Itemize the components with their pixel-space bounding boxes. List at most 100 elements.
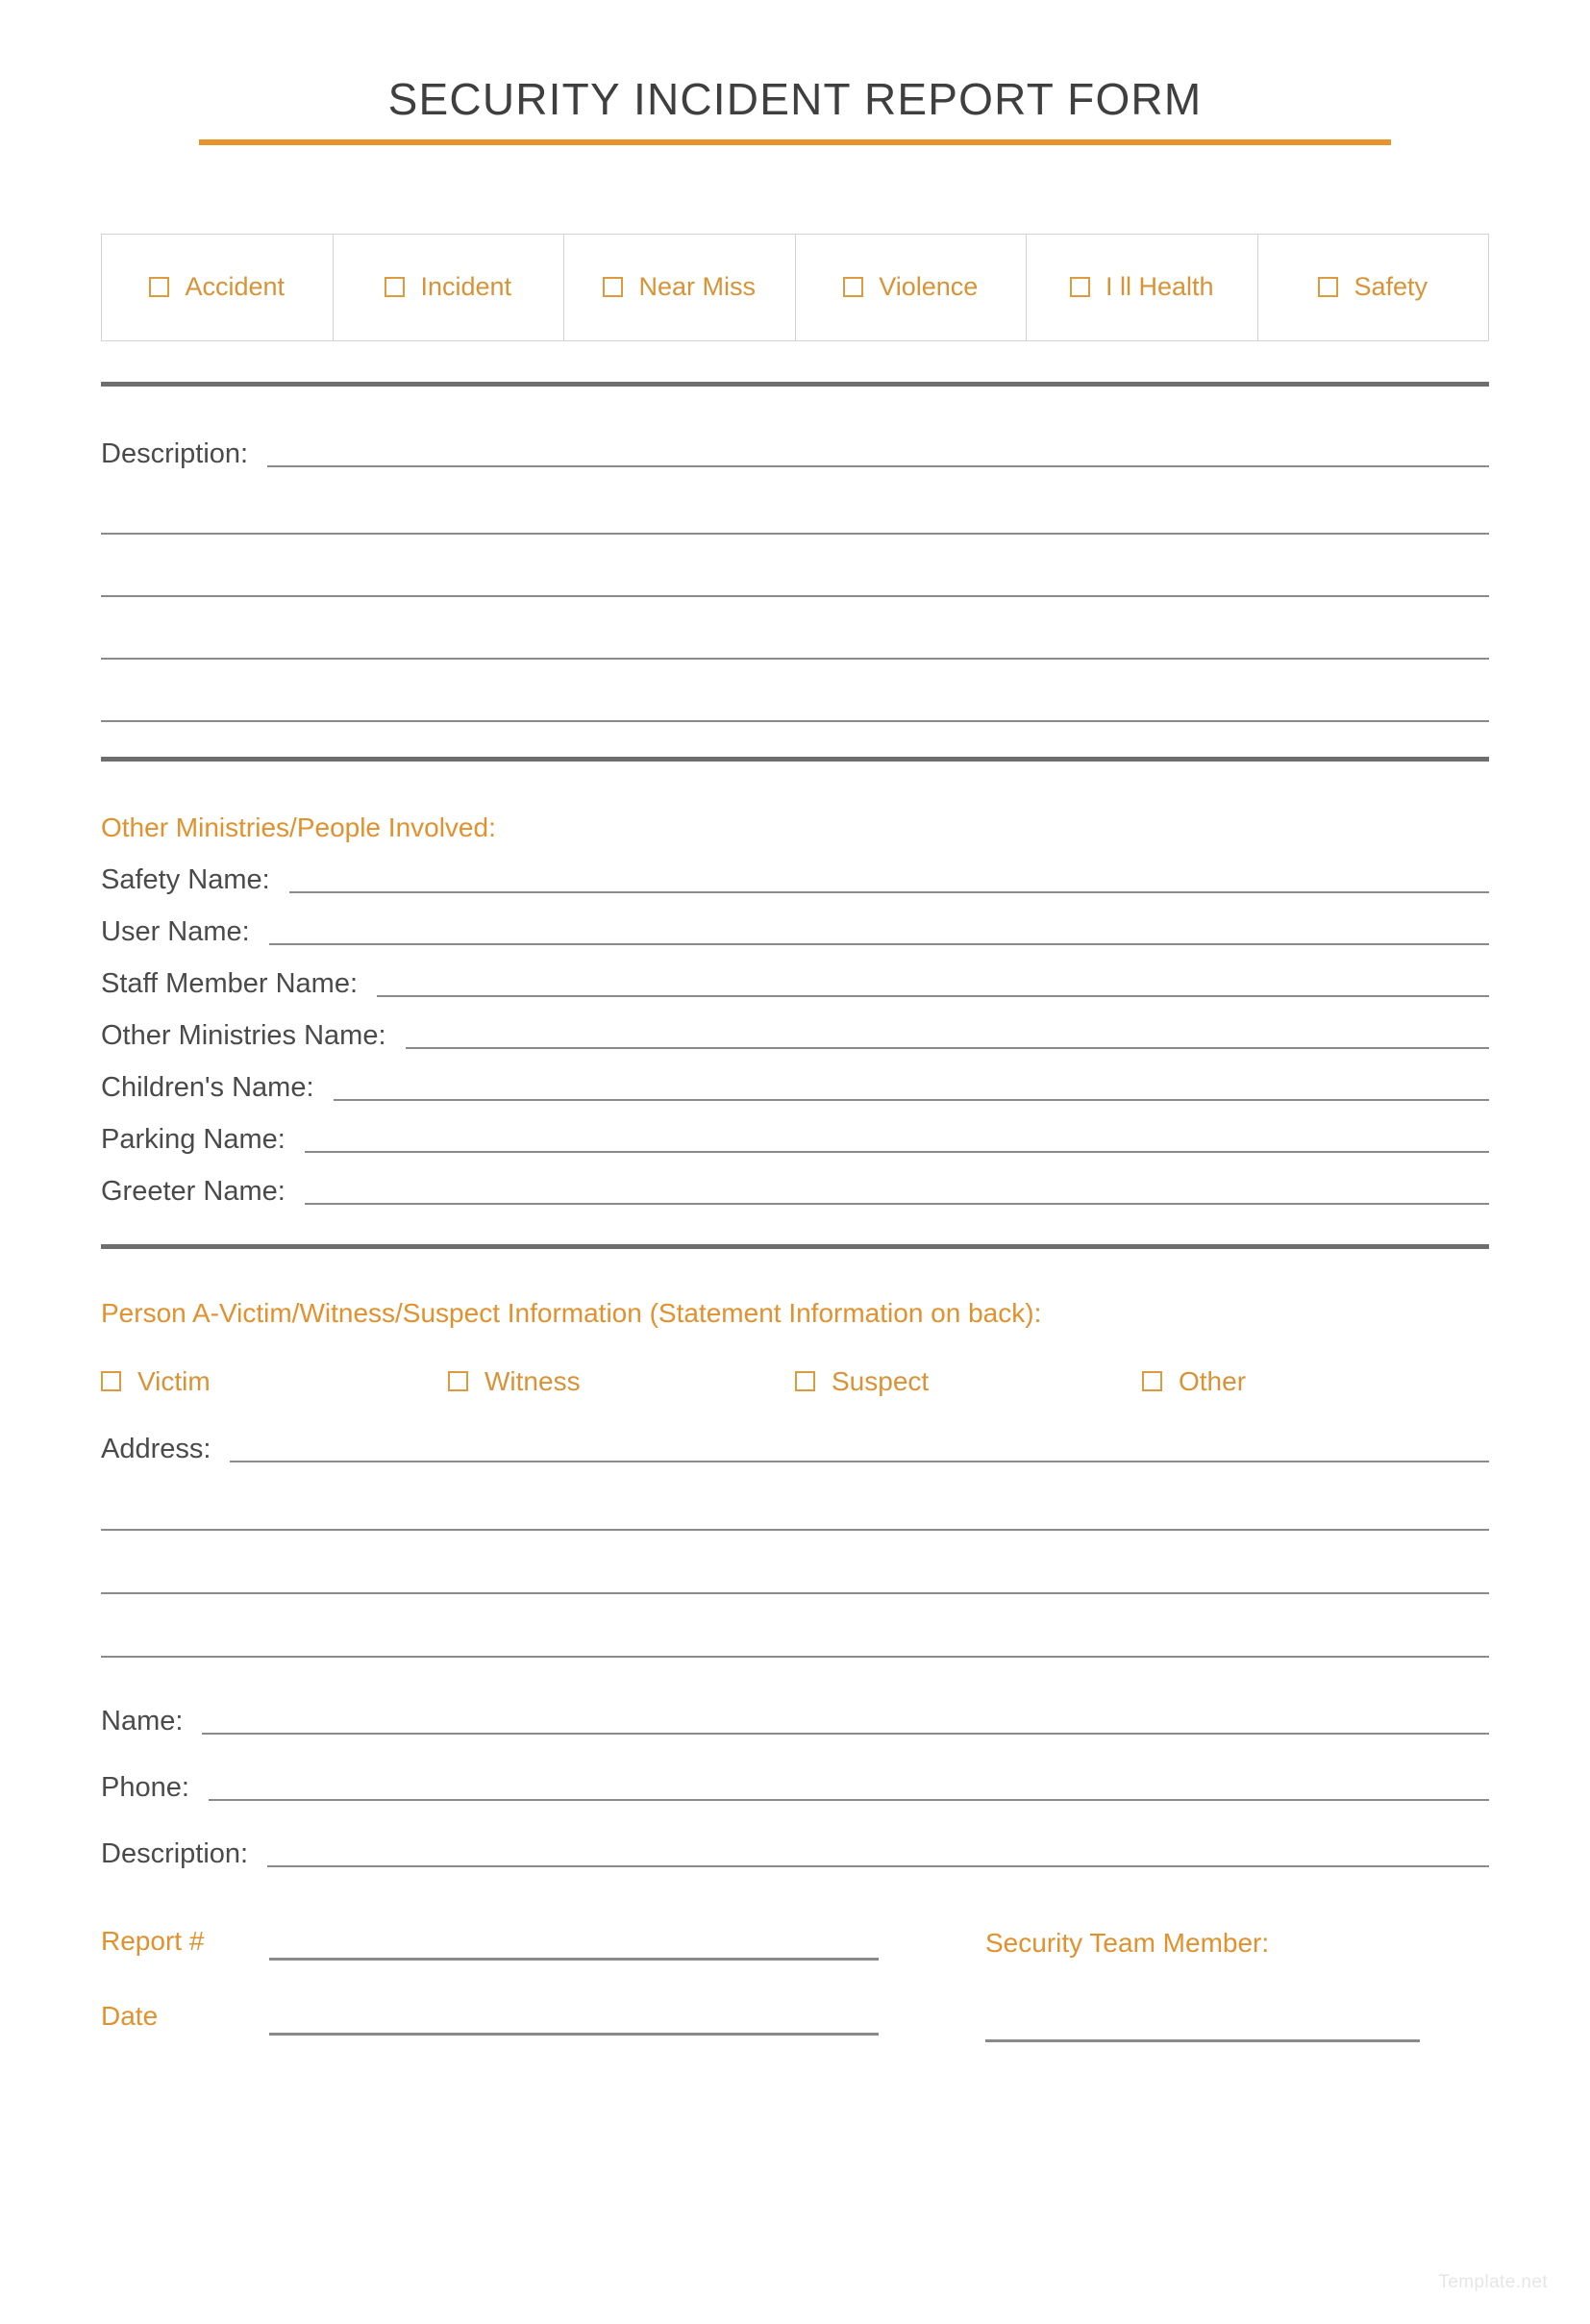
input-person-phone[interactable] bbox=[208, 1798, 1489, 1801]
incident-type-cell-ill-health[interactable]: I ll Health bbox=[1027, 234, 1258, 340]
description-field-row: Description: bbox=[101, 437, 1489, 472]
label-childrens-name: Children's Name: bbox=[101, 1072, 314, 1104]
field-row-person-name: Name: bbox=[101, 1705, 1489, 1739]
input-safety-name[interactable] bbox=[288, 891, 1489, 894]
form-footer: Report # Date Security Team Member: bbox=[101, 1925, 1489, 2042]
description-writing-line-3[interactable] bbox=[101, 657, 1489, 660]
label-staff-member-name: Staff Member Name: bbox=[101, 968, 359, 1000]
ministries-section: Other Ministries/People Involved: Safety… bbox=[101, 812, 1489, 1211]
input-other-ministries-name[interactable] bbox=[405, 1047, 1489, 1050]
address-block: Address: bbox=[101, 1433, 1489, 1658]
person-a-section: Person A-Victim/Witness/Suspect Informat… bbox=[101, 1297, 1489, 1872]
footer-right-column: Security Team Member: bbox=[985, 1928, 1489, 2042]
checkbox-icon-safety[interactable] bbox=[1318, 277, 1339, 298]
description-writing-line-1[interactable] bbox=[101, 532, 1489, 535]
checkbox-icon-suspect[interactable] bbox=[795, 1371, 815, 1392]
incident-type-label-safety: Safety bbox=[1354, 272, 1429, 302]
incident-type-label-ill-health: I ll Health bbox=[1105, 272, 1214, 302]
label-safety-name: Safety Name: bbox=[101, 864, 270, 896]
role-label-victim: Victim bbox=[137, 1365, 211, 1396]
page-title: SECURITY INCIDENT REPORT FORM bbox=[387, 74, 1203, 124]
section-divider-bottom bbox=[101, 1244, 1489, 1250]
address-input[interactable] bbox=[230, 1460, 1489, 1462]
field-row-greeter-name: Greeter Name: bbox=[101, 1178, 1489, 1210]
report-number-input[interactable] bbox=[269, 1957, 879, 1961]
label-greeter-name: Greeter Name: bbox=[101, 1176, 286, 1208]
address-writing-line-3[interactable] bbox=[101, 1655, 1489, 1658]
description-label: Description: bbox=[101, 437, 249, 469]
field-row-other-ministries-name: Other Ministries Name: bbox=[101, 1022, 1489, 1054]
checkbox-icon-other[interactable] bbox=[1142, 1371, 1162, 1392]
person-a-section-heading: Person A-Victim/Witness/Suspect Informat… bbox=[101, 1298, 1042, 1329]
checkbox-icon-witness[interactable] bbox=[448, 1371, 468, 1392]
incident-type-cell-accident[interactable]: Accident bbox=[102, 234, 334, 340]
field-row-user-name: User Name: bbox=[101, 918, 1489, 950]
date-input[interactable] bbox=[269, 2032, 879, 2036]
address-writing-line-2[interactable] bbox=[101, 1591, 1489, 1594]
incident-type-label-near-miss: Near Miss bbox=[638, 272, 756, 302]
input-person-name[interactable] bbox=[202, 1732, 1489, 1735]
footer-left-column: Report # Date bbox=[101, 1925, 985, 2042]
incident-type-label-incident: Incident bbox=[420, 272, 512, 302]
form-header: SECURITY INCIDENT REPORT FORM bbox=[0, 75, 1590, 145]
incident-type-table: Accident Incident Near Miss Violence I l… bbox=[101, 233, 1489, 341]
label-person-name: Name: bbox=[101, 1705, 184, 1737]
watermark: Template.net bbox=[1438, 2272, 1548, 2292]
checkbox-icon-ill-health[interactable] bbox=[1069, 277, 1090, 298]
address-field-row: Address: bbox=[101, 1433, 1489, 1467]
checkbox-icon-victim[interactable] bbox=[101, 1371, 121, 1392]
input-user-name[interactable] bbox=[268, 943, 1489, 946]
role-label-other: Other bbox=[1179, 1365, 1247, 1396]
description-writing-line-4[interactable] bbox=[101, 719, 1489, 722]
checkbox-icon-violence[interactable] bbox=[843, 277, 864, 298]
field-row-safety-name: Safety Name: bbox=[101, 866, 1489, 898]
address-writing-line-1[interactable] bbox=[101, 1528, 1489, 1531]
role-label-suspect: Suspect bbox=[832, 1365, 930, 1396]
person-role-row: Victim Witness Suspect Other bbox=[101, 1366, 1489, 1397]
label-other-ministries-name: Other Ministries Name: bbox=[101, 1020, 386, 1052]
incident-type-label-violence: Violence bbox=[879, 272, 979, 302]
description-input[interactable] bbox=[267, 464, 1489, 467]
field-row-person-phone: Phone: bbox=[101, 1771, 1489, 1806]
security-team-member-input[interactable] bbox=[985, 2038, 1420, 2042]
description-writing-line-2[interactable] bbox=[101, 594, 1489, 597]
input-person-description[interactable] bbox=[267, 1864, 1489, 1867]
incident-type-cell-violence[interactable]: Violence bbox=[796, 234, 1027, 340]
field-row-staff-member-name: Staff Member Name: bbox=[101, 970, 1489, 1002]
checkbox-icon-near-miss[interactable] bbox=[603, 277, 624, 298]
checkbox-icon-incident[interactable] bbox=[385, 277, 406, 298]
title-underline-rule bbox=[199, 138, 1391, 145]
form-page: SECURITY INCIDENT REPORT FORM Accident I… bbox=[0, 75, 1590, 2324]
input-childrens-name[interactable] bbox=[333, 1099, 1489, 1102]
role-option-other[interactable]: Other bbox=[1142, 1366, 1489, 1397]
address-label: Address: bbox=[101, 1433, 211, 1464]
section-divider-middle bbox=[101, 756, 1489, 762]
input-greeter-name[interactable] bbox=[304, 1203, 1489, 1206]
report-number-label: Report # bbox=[101, 1925, 205, 1956]
incident-type-cell-incident[interactable]: Incident bbox=[334, 234, 564, 340]
section-divider-top bbox=[101, 381, 1489, 387]
security-team-member-label: Security Team Member: bbox=[985, 1927, 1270, 1958]
contact-field-list: Name: Phone: Description: bbox=[101, 1705, 1489, 1872]
field-row-parking-name: Parking Name: bbox=[101, 1126, 1489, 1158]
role-option-witness[interactable]: Witness bbox=[448, 1366, 795, 1397]
label-person-description: Description: bbox=[101, 1837, 249, 1869]
label-person-phone: Phone: bbox=[101, 1771, 189, 1803]
ministries-section-heading: Other Ministries/People Involved: bbox=[101, 812, 496, 842]
incident-type-cell-safety[interactable]: Safety bbox=[1258, 235, 1489, 340]
input-parking-name[interactable] bbox=[304, 1151, 1489, 1154]
role-option-victim[interactable]: Victim bbox=[101, 1366, 448, 1397]
incident-type-cell-near-miss[interactable]: Near Miss bbox=[564, 234, 796, 340]
checkbox-icon-accident[interactable] bbox=[149, 277, 170, 298]
incident-type-label-accident: Accident bbox=[185, 272, 286, 302]
ministries-field-list: Safety Name: User Name: Staff Member Nam… bbox=[101, 866, 1489, 1210]
footer-row-date: Date bbox=[101, 2000, 985, 2036]
label-user-name: User Name: bbox=[101, 916, 250, 948]
role-option-suspect[interactable]: Suspect bbox=[795, 1366, 1142, 1397]
input-staff-member-name[interactable] bbox=[377, 995, 1489, 998]
form-content: Accident Incident Near Miss Violence I l… bbox=[101, 233, 1489, 2042]
footer-row-report-number: Report # bbox=[101, 1925, 985, 1961]
role-label-witness: Witness bbox=[484, 1365, 581, 1396]
field-row-childrens-name: Children's Name: bbox=[101, 1074, 1489, 1106]
date-label: Date bbox=[101, 2000, 159, 2031]
